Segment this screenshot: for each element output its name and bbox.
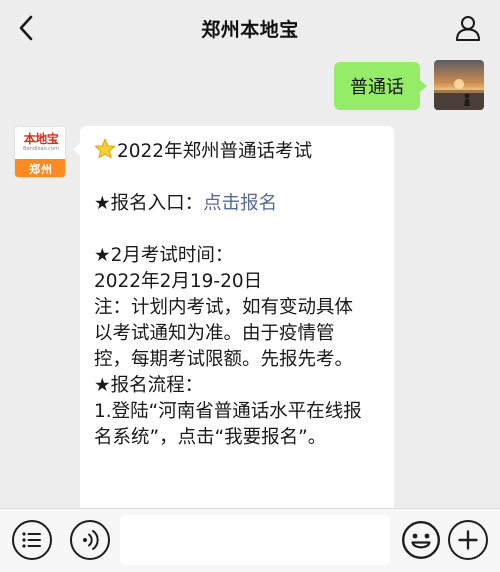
input-bar [0,508,500,572]
official-account-avatar[interactable]: 本地宝 Bendibao.com 郑州 [14,126,66,178]
brand-city: 郑州 [15,159,65,177]
star-emoji-icon [94,138,116,159]
brand-logo: 本地宝 Bendibao.com [15,127,65,159]
person-icon [456,16,480,41]
voice-icon [83,530,99,550]
chat-title: 郑州本地宝 [201,18,299,41]
profile-button[interactable] [452,12,484,44]
emoji-button[interactable] [401,520,441,560]
chat-screen: 郑州本地宝 普通话 本地宝 Bendibao.com 郑州 2022年郑州普通话… [0,0,500,572]
message-input[interactable] [120,515,390,565]
signup-row: ★报名入口：点击报名 [94,191,384,217]
voice-button[interactable] [70,520,110,560]
chat-header: 郑州本地宝 [0,0,500,56]
outgoing-message-bubble[interactable]: 普通话 [334,62,427,110]
note-line: 以考试通知为准。由于疫情管 [94,323,335,344]
message-headline-row: 2022年郑州普通话考试 [94,138,384,165]
message-headline: 2022年郑州普通话考试 [117,141,313,162]
smiley-icon [402,521,440,559]
step-line: 名系统”，点击“我要报名”。 [94,427,327,448]
message-list[interactable]: 普通话 本地宝 Bendibao.com 郑州 2022年郑州普通话考试 ★报名… [0,56,500,508]
exam-date: 2022年2月19-20日 [94,271,263,292]
menu-button[interactable] [12,520,52,560]
incoming-message-bubble[interactable]: 2022年郑州普通话考试 ★报名入口：点击报名 ★2月考试时间： 2022年2月… [73,126,394,508]
list-menu-icon [22,532,41,548]
chevron-left-icon [19,15,33,41]
brand-domain: Bendibao.com [23,146,59,152]
note-line: 控，每期考试限额。先报先考。 [94,349,354,370]
process-label: ★报名流程： [94,375,204,396]
brand-name: 本地宝 [23,132,59,146]
more-button[interactable] [448,520,488,560]
note-line: 注：计划内考试，如有变动具体 [94,297,354,318]
my-avatar[interactable] [434,60,484,110]
signup-label: ★报名入口： [94,193,204,214]
sunset-photo-avatar [434,60,484,110]
exam-time-label: ★2月考试时间： [94,245,234,266]
back-button[interactable] [10,12,42,44]
plus-icon [458,530,478,550]
signup-link[interactable]: 点击报名 [203,193,277,214]
step-line: 1.登陆“河南省普通话水平在线报 [94,401,362,422]
outgoing-message-text: 普通话 [350,77,404,98]
